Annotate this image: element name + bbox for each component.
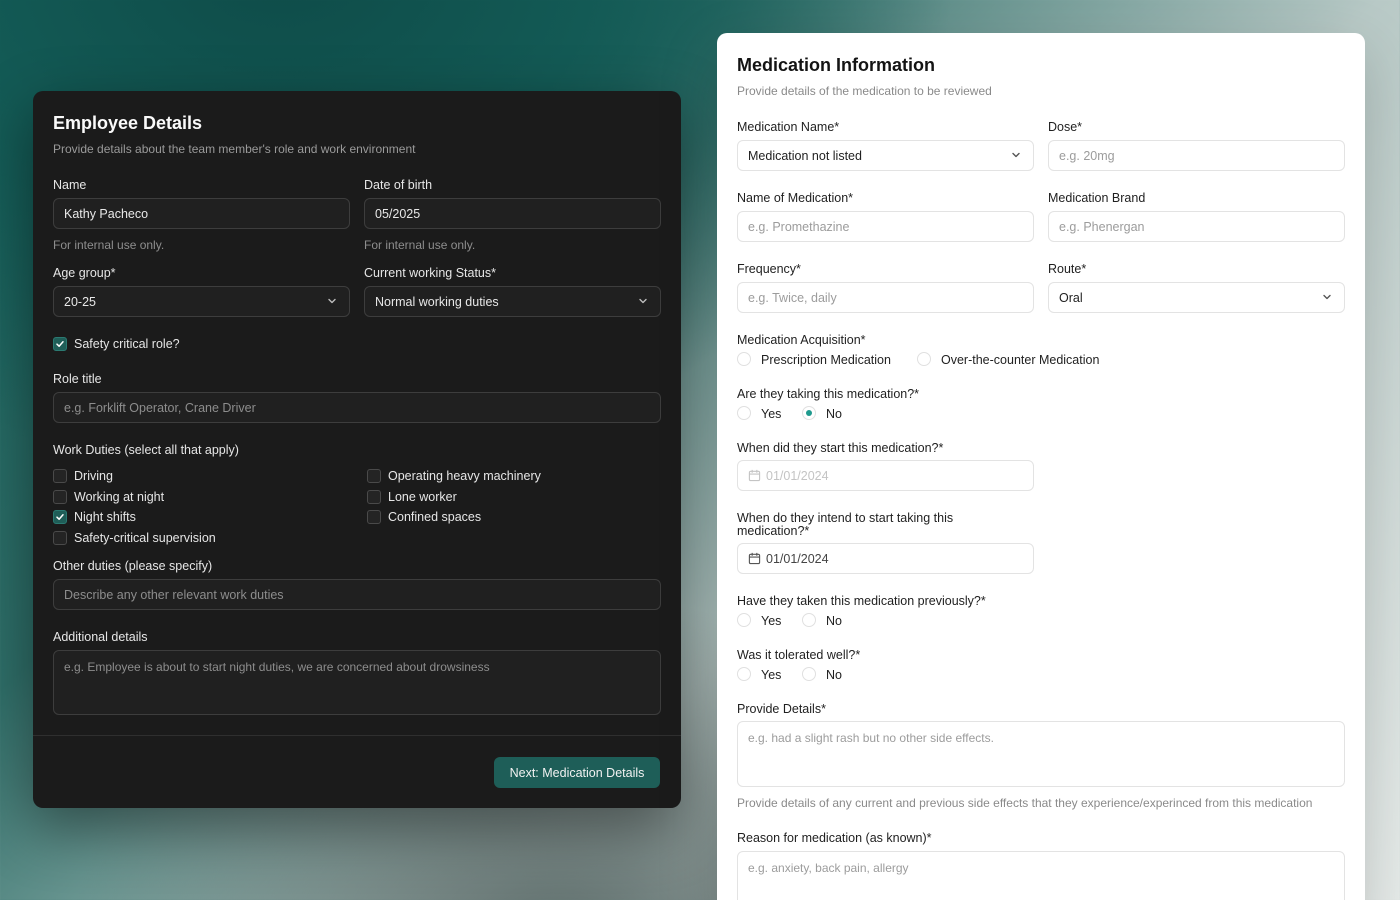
age-group-select[interactable]: 20-25 [53,286,350,317]
dob-hint: For internal use only. [364,238,476,252]
duty-lone-worker-checkbox[interactable] [367,490,381,504]
duty-safety-critical-supervision-label: Safety-critical supervision [74,531,216,545]
route-select[interactable]: Oral [1048,282,1345,313]
working-status-select[interactable]: Normal working duties [364,286,661,317]
employee-card-subtitle: Provide details about the team member's … [53,142,416,156]
check-icon [56,514,64,520]
intend-date-input[interactable]: 01/01/2024 [737,543,1034,574]
name-hint: For internal use only. [53,238,165,252]
start-date-label: When did they start this medication?* [737,441,944,455]
taking-no-radio[interactable] [802,406,816,420]
duty-heavy-machinery-label: Operating heavy machinery [388,469,541,483]
card-footer-divider [33,735,681,736]
provide-details-label: Provide Details* [737,702,826,716]
additional-details-label: Additional details [53,630,148,644]
taking-yes-radio[interactable] [737,406,751,420]
duty-confined-spaces-checkbox[interactable] [367,510,381,524]
chevron-down-icon [639,298,647,304]
acquisition-otc-label: Over-the-counter Medication [941,353,1100,367]
tolerated-yes-radio[interactable] [737,667,751,681]
duty-safety-critical-supervision-checkbox[interactable] [53,531,67,545]
taken-previously-label: Have they taken this medication previous… [737,594,986,608]
working-status-value: Normal working duties [375,294,499,309]
reason-label: Reason for medication (as known)* [737,831,932,845]
medication-brand-label: Medication Brand [1048,191,1146,205]
dob-label: Date of birth [364,178,433,192]
start-date-input[interactable]: 01/01/2024 [737,460,1034,491]
calendar-icon [748,469,761,482]
acquisition-otc-radio[interactable] [917,352,931,366]
taking-medication-label: Are they taking this medication?* [737,387,920,401]
reason-textarea[interactable]: e.g. anxiety, back pain, allergy [737,851,1345,900]
safety-critical-label: Safety critical role? [74,337,180,351]
intend-date-label: When do they intend to start taking this… [737,511,954,538]
duty-lone-worker-label: Lone worker [388,490,457,504]
duty-driving-checkbox[interactable] [53,469,67,483]
name-of-medication-input[interactable]: e.g. Promethazine [737,211,1034,242]
other-duties-label: Other duties (please specify) [53,559,213,573]
calendar-icon [748,552,761,565]
medication-name-value: Medication not listed [748,148,862,163]
role-title-input[interactable]: e.g. Forklift Operator, Crane Driver [53,392,661,423]
medication-information-card: Medication Information Provide details o… [717,33,1365,900]
provide-details-textarea[interactable]: e.g. had a slight rash but no other side… [737,721,1345,787]
route-value: Oral [1059,290,1083,305]
dose-label: Dose* [1048,120,1083,134]
duty-night-shifts-checkbox[interactable] [53,510,67,524]
tolerated-no-label: No [826,668,842,682]
previously-yes-label: Yes [761,614,782,628]
medication-name-label: Medication Name* [737,120,840,134]
name-input[interactable]: Kathy Pacheco [53,198,350,229]
dob-input[interactable]: 05/2025 [364,198,661,229]
medication-card-title: Medication Information [737,55,935,75]
name-of-medication-label: Name of Medication* [737,191,854,205]
duty-heavy-machinery-checkbox[interactable] [367,469,381,483]
safety-critical-checkbox[interactable] [53,337,67,351]
duty-night-shifts-label: Night shifts [74,510,136,524]
additional-details-textarea[interactable]: e.g. Employee is about to start night du… [53,650,661,715]
provide-details-hint: Provide details of any current and previ… [737,796,1313,810]
route-label: Route* [1048,262,1087,276]
role-title-label: Role title [53,372,102,386]
medication-brand-input[interactable]: e.g. Phenergan [1048,211,1345,242]
age-group-label: Age group* [53,266,116,280]
duty-confined-spaces-label: Confined spaces [388,510,482,524]
frequency-label: Frequency* [737,262,801,276]
duty-driving-label: Driving [74,469,113,483]
tolerated-no-radio[interactable] [802,667,816,681]
tolerated-label: Was it tolerated well?* [737,648,861,662]
employee-details-card: Employee Details Provide details about t… [33,91,681,808]
name-label: Name [53,178,87,192]
age-group-value: 20-25 [64,294,96,309]
medication-card-subtitle: Provide details of the medication to be … [737,84,992,98]
check-icon [56,341,64,347]
duty-working-at-night-label: Working at night [74,490,165,504]
dose-input[interactable]: e.g. 20mg [1048,140,1345,171]
chevron-down-icon [328,298,336,304]
other-duties-input[interactable]: Describe any other relevant work duties [53,579,661,610]
work-duties-label: Work Duties (select all that apply) [53,443,239,457]
acquisition-prescription-radio[interactable] [737,352,751,366]
chevron-down-icon [1323,294,1331,300]
medication-name-select[interactable]: Medication not listed [737,140,1034,171]
frequency-input[interactable]: e.g. Twice, daily [737,282,1034,313]
acquisition-prescription-label: Prescription Medication [761,353,891,367]
duty-working-at-night-checkbox[interactable] [53,490,67,504]
taking-no-label: No [826,407,842,421]
taking-yes-label: Yes [761,407,782,421]
tolerated-yes-label: Yes [761,668,782,682]
intend-date-value: 01/01/2024 [766,551,829,566]
previously-no-radio[interactable] [802,613,816,627]
acquisition-label: Medication Acquisition* [737,333,866,347]
chevron-down-icon [1012,152,1020,158]
previously-yes-radio[interactable] [737,613,751,627]
employee-card-title: Employee Details [53,113,203,133]
next-medication-details-button[interactable]: Next: Medication Details [494,757,660,788]
working-status-label: Current working Status* [364,266,497,280]
previously-no-label: No [826,614,842,628]
start-date-value: 01/01/2024 [766,468,829,483]
